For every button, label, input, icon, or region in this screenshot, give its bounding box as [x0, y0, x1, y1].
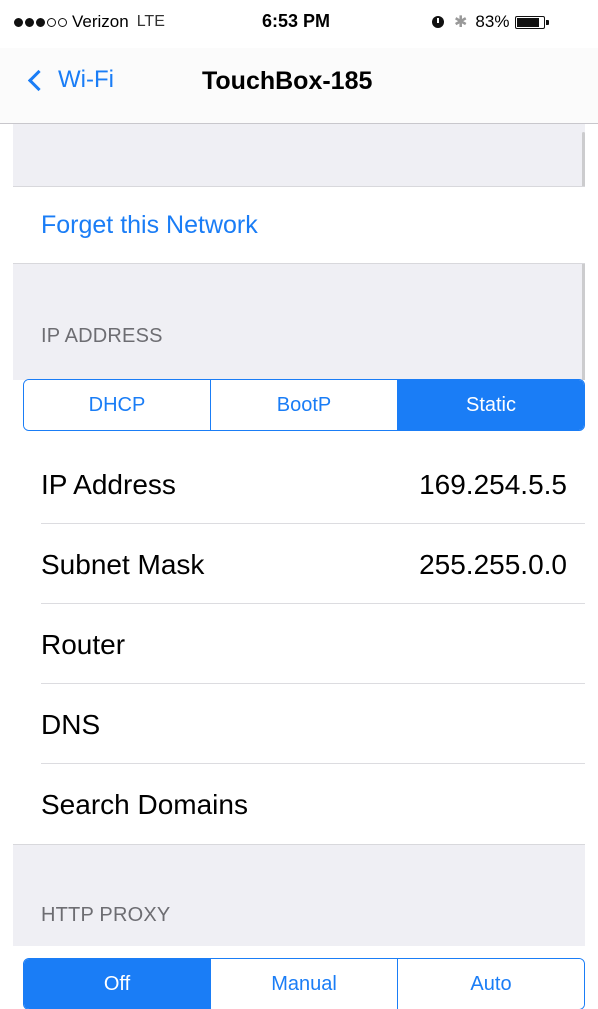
ip-address-row[interactable]: IP Address 169.254.5.5	[13, 444, 585, 524]
row-label: DNS	[41, 709, 101, 740]
row-label: IP Address	[41, 469, 176, 500]
segment-auto[interactable]: Auto	[398, 959, 584, 1009]
signal-dot	[14, 17, 23, 27]
ip-mode-segmented-control: DHCP BootP Static	[23, 379, 585, 431]
signal-strength-icon	[14, 17, 67, 27]
proxy-mode-segment-background: Off Manual Auto	[13, 946, 585, 1009]
carrier-name: Verizon	[72, 12, 129, 31]
proxy-mode-segmented-control: Off Manual Auto	[23, 958, 585, 1009]
ip-settings-list: IP Address 169.254.5.5 Subnet Mask 255.2…	[13, 444, 585, 845]
back-button-label: Wi-Fi	[58, 66, 114, 93]
battery-icon	[515, 15, 550, 29]
status-bar: Verizon LTE 6:53 PM ✱ 83%	[0, 0, 598, 48]
navigation-bar: Wi-Fi TouchBox-185	[0, 48, 598, 124]
settings-content[interactable]: Forget this Network IP ADDRESS DHCP Boot…	[13, 124, 585, 1009]
battery-fill	[517, 17, 540, 27]
signal-dot	[25, 17, 34, 27]
page-title: TouchBox-185	[202, 67, 373, 95]
signal-dot	[58, 17, 67, 27]
ip-address-section-header: IP ADDRESS	[41, 325, 163, 347]
segment-dhcp[interactable]: DHCP	[24, 380, 211, 430]
forget-network-button[interactable]: Forget this Network	[13, 186, 585, 264]
segment-off[interactable]: Off	[24, 959, 211, 1009]
status-bar-left: Verizon LTE	[14, 12, 165, 32]
chevron-left-icon	[27, 69, 50, 91]
status-bar-right: ✱ 83%	[432, 12, 550, 32]
row-label: Router	[41, 629, 126, 660]
dns-row[interactable]: DNS	[13, 684, 585, 764]
signal-dot	[47, 17, 56, 27]
http-proxy-section-header: HTTP PROXY	[41, 904, 171, 926]
subnet-mask-row[interactable]: Subnet Mask 255.255.0.0	[13, 524, 585, 604]
router-row[interactable]: Router	[13, 604, 585, 684]
search-domains-row[interactable]: Search Domains	[13, 764, 585, 844]
ip-mode-segment-background: DHCP BootP Static	[13, 379, 585, 444]
row-label: Search Domains	[41, 789, 248, 820]
status-time: 6:53 PM	[262, 11, 331, 31]
row-value: 169.254.5.5	[419, 469, 567, 500]
segment-static[interactable]: Static	[398, 380, 584, 430]
network-type: LTE	[136, 13, 165, 30]
signal-dot	[36, 17, 45, 27]
battery-percent: 83%	[475, 12, 510, 31]
row-label: Subnet Mask	[41, 549, 205, 580]
segment-manual[interactable]: Manual	[211, 959, 398, 1009]
alarm-icon	[432, 16, 444, 28]
bluetooth-icon: ✱	[454, 14, 468, 31]
segment-bootp[interactable]: BootP	[211, 380, 398, 430]
row-value: 255.255.0.0	[419, 549, 567, 580]
back-button[interactable]: Wi-Fi	[26, 66, 114, 94]
forget-network-label: Forget this Network	[41, 211, 258, 239]
